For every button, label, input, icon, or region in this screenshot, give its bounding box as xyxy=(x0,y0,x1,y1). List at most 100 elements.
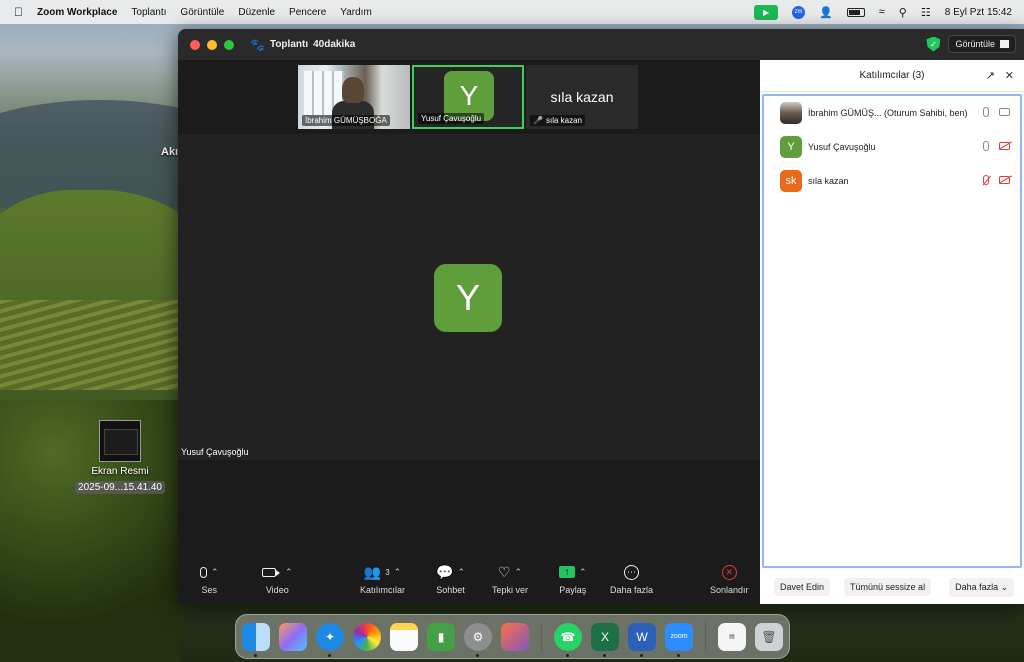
menubar-clock[interactable]: 8 Eyl Pzt 15:42 xyxy=(945,7,1012,18)
video-thumbnail[interactable]: İbrahim GÜMÜŞBOĞA xyxy=(298,65,410,129)
speaker-avatar: Y xyxy=(434,264,502,332)
dock-separator xyxy=(705,621,706,652)
close-window-button[interactable] xyxy=(190,39,200,50)
notes-icon[interactable] xyxy=(390,622,418,651)
chat-button[interactable]: 💬 ⌃ Sohbet xyxy=(436,563,465,596)
participants-options-chevron-icon[interactable]: ⌃ xyxy=(394,567,402,578)
thumbnail-display-name: sıla kazan xyxy=(550,89,614,105)
microphone-icon[interactable] xyxy=(983,141,989,151)
end-meeting-button[interactable]: ✕ Sonlandır xyxy=(710,563,749,595)
window-titlebar[interactable]: 🐾 Toplantı 40dakika ✓ Görüntüle xyxy=(178,29,1024,60)
document-icon[interactable]: ▤ xyxy=(718,622,746,651)
dock-separator xyxy=(541,621,542,652)
camera-in-use-icon[interactable]: ▶ xyxy=(754,4,779,20)
video-options-chevron-icon[interactable]: ⌃ xyxy=(285,567,293,578)
speaker-name: Yusuf Çavuşoğlu xyxy=(181,447,249,457)
view-grid-icon xyxy=(1000,40,1009,48)
invite-button[interactable]: Davet Edin xyxy=(774,578,831,596)
participants-panel: Katılımcılar (3) ↗ ✕ İbrahim GÜMÜŞ... (O… xyxy=(760,60,1024,604)
participants-button[interactable]: 👥 3 ⌃ Katılımcılar xyxy=(360,563,405,596)
video-label: Video xyxy=(265,585,289,595)
panel-more-button[interactable]: Daha fazla ⌄ xyxy=(949,577,1015,597)
whatsapp-icon[interactable]: ☎ xyxy=(554,622,582,657)
microphone-icon[interactable] xyxy=(983,107,989,117)
video-off-icon[interactable] xyxy=(999,176,1010,184)
iphone-mirroring-icon[interactable] xyxy=(501,622,529,651)
security-shield-icon[interactable]: ✓ xyxy=(926,36,941,52)
audio-options-chevron-icon[interactable]: ⌃ xyxy=(211,567,219,578)
minimize-window-button[interactable] xyxy=(207,39,217,50)
thumbnail-name: sıla kazan xyxy=(545,116,582,125)
audio-label: Ses xyxy=(201,585,218,595)
wifi-icon[interactable]: ≈ xyxy=(879,6,885,18)
panel-title: Katılımcılar (3) xyxy=(859,70,925,81)
video-thumbnail[interactable]: sıla kazan 🎤 sıla kazan xyxy=(526,65,638,129)
launchpad-icon[interactable] xyxy=(279,622,307,651)
more-button[interactable]: ⋯ Daha fazla xyxy=(610,563,653,595)
thumbnail-strip: İbrahim GÜMÜŞBOĞA Y Yusuf Çavuşoğlu sıla… xyxy=(298,65,638,129)
desktop-partial-label: Akı xyxy=(161,146,179,158)
video-button[interactable]: ⌃ Video xyxy=(262,563,293,595)
participant-row[interactable]: sk sıla kazan xyxy=(764,164,1020,198)
safari-icon[interactable]: ✦ xyxy=(316,622,344,657)
trash-icon[interactable]: 🗑 xyxy=(755,622,783,651)
mute-all-button[interactable]: Tümünü sessize al xyxy=(844,578,932,596)
fullscreen-window-button[interactable] xyxy=(224,39,234,50)
chat-options-chevron-icon[interactable]: ⌃ xyxy=(457,567,465,578)
audio-button[interactable]: ⌃ Ses xyxy=(200,563,219,595)
menu-item-help[interactable]: Yardım xyxy=(340,7,372,18)
file-name: Ekran Resmi xyxy=(91,466,149,477)
photos-icon[interactable] xyxy=(353,622,381,651)
chat-icon: 💬 xyxy=(436,563,454,580)
video-camera-icon xyxy=(262,567,280,577)
share-options-chevron-icon[interactable]: ⌃ xyxy=(579,567,587,578)
participants-count: 3 xyxy=(385,567,390,577)
file-subname: 2025-09...15.41.40 xyxy=(75,481,165,494)
numbers-icon[interactable]: ▮ xyxy=(427,622,455,651)
meeting-timer: 40dakika xyxy=(313,39,356,50)
muted-mic-icon: 🎤 xyxy=(533,116,543,125)
panel-more-label: Daha fazla xyxy=(955,581,999,592)
menu-item-meeting[interactable]: Toplantı xyxy=(131,7,166,18)
word-icon[interactable]: W xyxy=(628,622,656,657)
zoom-icon[interactable]: zoom xyxy=(665,622,693,657)
react-button[interactable]: ♡ ⌃ Tepki ver xyxy=(492,563,528,596)
participant-row[interactable]: Y Yusuf Çavuşoğlu xyxy=(764,130,1020,164)
share-button[interactable]: ↑ ⌃ Paylaş xyxy=(559,563,587,595)
dock: ✦ ▮ ⚙ ☎ X W zoom ▤ 🗑 xyxy=(235,614,790,659)
battery-icon[interactable] xyxy=(846,7,865,17)
apple-menu-icon[interactable]:  xyxy=(14,5,23,19)
muted-microphone-icon[interactable] xyxy=(983,175,989,185)
menu-item-edit[interactable]: Düzenle xyxy=(238,7,275,18)
panel-footer: Davet Edin Tümünü sessize al Daha fazla … xyxy=(760,570,1024,604)
menu-item-view[interactable]: Görüntüle xyxy=(180,7,224,18)
system-settings-icon[interactable]: ⚙ xyxy=(464,622,492,657)
control-center-icon[interactable]: ☷ xyxy=(921,6,931,19)
react-options-chevron-icon[interactable]: ⌃ xyxy=(515,567,523,578)
menu-app-name[interactable]: Zoom Workplace xyxy=(37,7,117,18)
video-thumbnail-active-speaker[interactable]: Y Yusuf Çavuşoğlu xyxy=(412,65,524,129)
window-controls xyxy=(190,39,234,50)
user-icon[interactable]: 👤 xyxy=(819,6,833,19)
desktop-screenshot-file[interactable]: Ekran Resmi 2025-09...15.41.40 xyxy=(70,420,170,495)
participant-row[interactable]: İbrahim GÜMÜŞ... (Oturum Sahibi, ben) xyxy=(764,96,1020,130)
meeting-title: 🐾 Toplantı 40dakika xyxy=(250,38,355,52)
thumbnail-name-with-mute: 🎤 sıla kazan xyxy=(530,115,585,126)
more-options-icon: ⋯ xyxy=(624,564,640,580)
finder-icon[interactable] xyxy=(242,622,270,657)
video-camera-icon[interactable] xyxy=(999,108,1010,116)
end-meeting-icon: ✕ xyxy=(721,564,737,580)
pop-out-icon[interactable]: ↗ xyxy=(986,69,995,82)
active-speaker-view[interactable]: Y Yusuf Çavuşoğlu xyxy=(178,134,760,460)
close-icon[interactable]: ✕ xyxy=(1005,69,1014,82)
excel-icon[interactable]: X xyxy=(591,622,619,657)
participant-avatar-photo xyxy=(780,102,802,124)
view-button-label: Görüntüle xyxy=(955,39,995,49)
end-label: Sonlandır xyxy=(710,585,749,595)
search-icon[interactable]: ⚲ xyxy=(899,6,907,19)
menu-item-window[interactable]: Pencere xyxy=(289,7,326,18)
view-button[interactable]: Görüntüle xyxy=(948,35,1016,53)
video-off-icon[interactable] xyxy=(999,142,1010,150)
meeting-title-text: Toplantı xyxy=(269,39,309,50)
zoom-status-icon[interactable]: zm xyxy=(792,5,806,19)
